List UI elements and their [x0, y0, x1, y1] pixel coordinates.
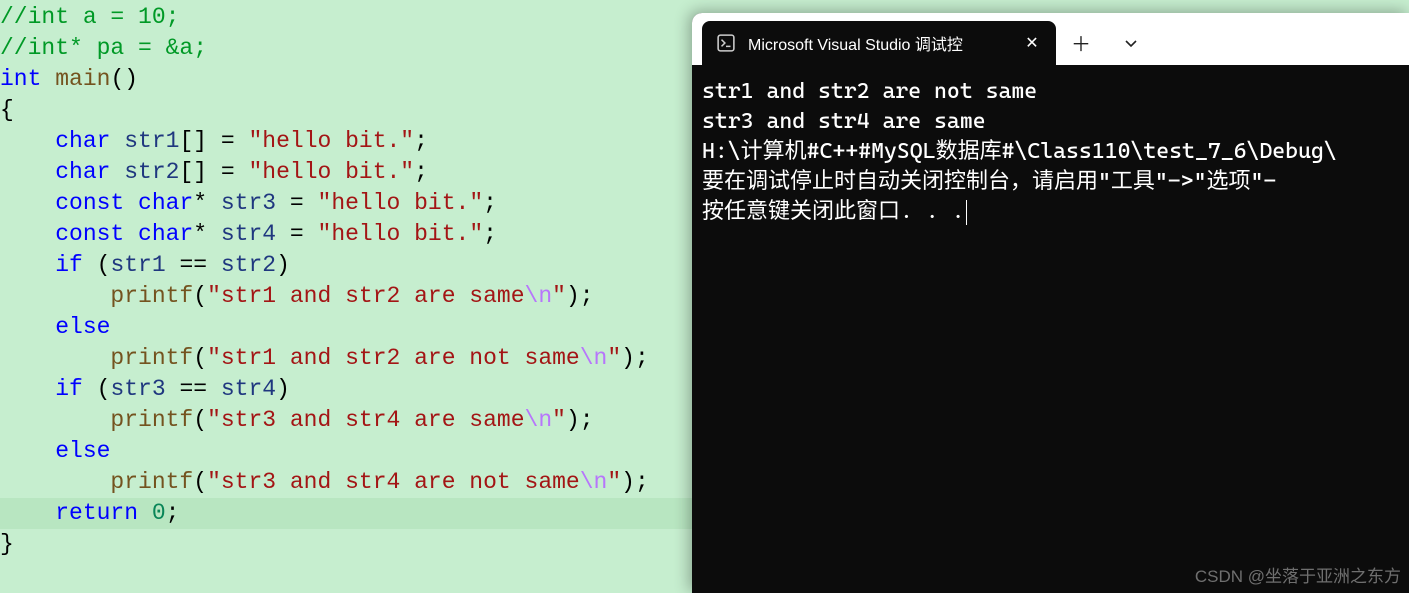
func-main: main	[41, 66, 110, 92]
watermark-text: CSDN @坐落于亚洲之东方	[1195, 562, 1401, 587]
terminal-icon	[716, 33, 736, 53]
keyword-const: const	[55, 190, 124, 216]
terminal-tab[interactable]: Microsoft Visual Studio 调试控 ✕	[702, 21, 1056, 65]
output-msg: 要在调试停止时自动关闭控制台，请启用"工具"->"选项"-	[702, 167, 1399, 197]
keyword-if: if	[55, 252, 83, 278]
keyword-char: char	[55, 128, 110, 154]
output-line: str1 and str2 are not same	[702, 77, 1399, 107]
code-comment: //int a = 10;	[0, 4, 179, 30]
output-line: str3 and str4 are same	[702, 107, 1399, 137]
var-str1: str1	[110, 128, 179, 154]
func-printf: printf	[110, 283, 193, 309]
tab-title: Microsoft Visual Studio 调试控	[748, 31, 1010, 55]
open-brace: {	[0, 97, 14, 123]
var-str4: str4	[207, 221, 276, 247]
string-literal: "hello bit."	[248, 128, 414, 154]
escape-newline: \n	[525, 407, 553, 433]
terminal-output[interactable]: str1 and str2 are not same str3 and str4…	[692, 65, 1409, 239]
parens: ()	[110, 66, 138, 92]
keyword-return: return	[55, 500, 138, 526]
escape-newline: \n	[580, 345, 608, 371]
new-tab-button[interactable]: ＋	[1056, 21, 1106, 65]
keyword-char: char	[55, 159, 110, 185]
number-zero: 0	[152, 500, 166, 526]
terminal-window: Microsoft Visual Studio 调试控 ✕ ＋ str1 and…	[692, 13, 1409, 593]
keyword-char: char	[138, 221, 193, 247]
keyword-if: if	[55, 376, 83, 402]
keyword-const: const	[55, 221, 124, 247]
keyword-int: int	[0, 66, 41, 92]
terminal-titlebar: Microsoft Visual Studio 调试控 ✕ ＋	[692, 13, 1409, 65]
string-literal: "hello bit."	[248, 159, 414, 185]
string-literal: "hello bit."	[318, 190, 484, 216]
var-str3: str3	[207, 190, 276, 216]
close-icon[interactable]: ✕	[1022, 33, 1042, 53]
func-printf: printf	[110, 469, 193, 495]
var-str2: str2	[110, 159, 179, 185]
func-printf: printf	[110, 345, 193, 371]
cursor-icon	[966, 200, 967, 225]
output-msg: 按任意键关闭此窗口. . .	[702, 197, 1399, 227]
code-editor[interactable]: //int a = 10; //int* pa = &a; int main()…	[0, 0, 692, 593]
escape-newline: \n	[525, 283, 553, 309]
string-literal: "hello bit."	[318, 221, 484, 247]
keyword-else: else	[55, 438, 110, 464]
tab-dropdown-button[interactable]	[1106, 21, 1156, 65]
keyword-else: else	[55, 314, 110, 340]
escape-newline: \n	[580, 469, 608, 495]
output-path: H:\计算机#C++#MySQL数据库#\Class110\test_7_6\D…	[702, 137, 1399, 167]
code-comment: //int* pa = &a;	[0, 35, 207, 61]
keyword-char: char	[138, 190, 193, 216]
close-brace: }	[0, 531, 14, 557]
func-printf: printf	[110, 407, 193, 433]
